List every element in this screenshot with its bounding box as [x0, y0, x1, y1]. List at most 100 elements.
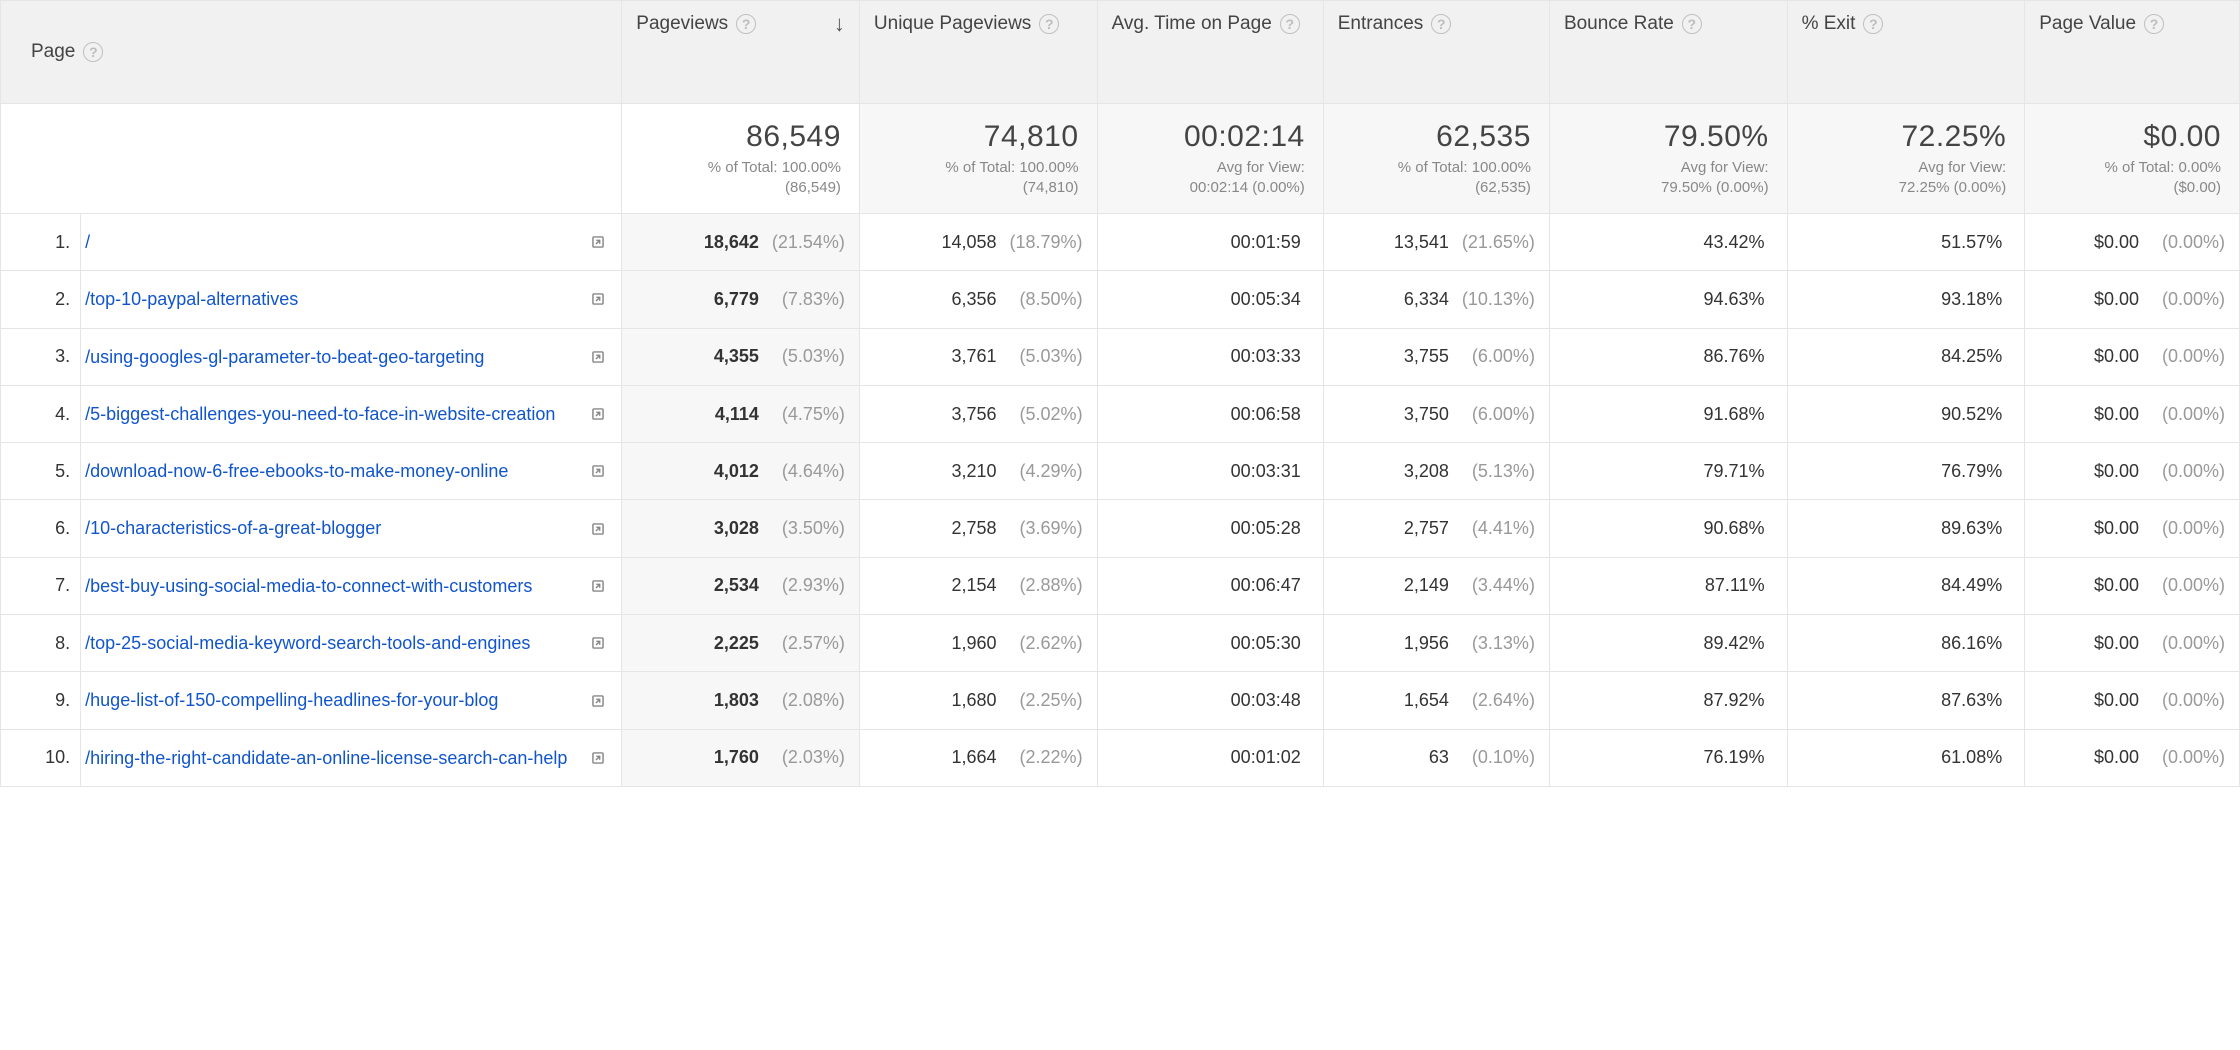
open-external-icon[interactable] [589, 405, 607, 423]
pages-report-table: Page ? Pageviews ? ↓ Unique Pageviews ? … [0, 0, 2240, 787]
cell-entrances: 3,750(6.00%) [1323, 385, 1549, 442]
table-row: 1. / 18,642(21.54%) 14,058(18.79%) 00:01… [1, 214, 2240, 271]
cell-unique-pageviews: 3,756(5.02%) [859, 385, 1097, 442]
row-index: 5. [1, 443, 81, 500]
col-header-bounce-rate[interactable]: Bounce Rate ? [1549, 1, 1787, 104]
help-icon[interactable]: ? [1039, 14, 1059, 34]
cell-unique-pageviews: 2,154(2.88%) [859, 557, 1097, 614]
cell-bounce-rate: 76.19% [1549, 729, 1787, 786]
cell-pageviews: 4,012(4.64%) [622, 443, 860, 500]
cell-bounce-rate: 79.71% [1549, 443, 1787, 500]
cell-page-value: $0.00(0.00%) [2025, 729, 2240, 786]
cell-avg-time: 00:06:58 [1097, 385, 1323, 442]
open-external-icon[interactable] [589, 577, 607, 595]
cell-pct-exit: 76.79% [1787, 443, 2025, 500]
page-path-link[interactable]: / [85, 230, 581, 254]
col-header-page[interactable]: Page ? [1, 1, 622, 104]
cell-entrances: 13,541(21.65%) [1323, 214, 1549, 271]
page-path-link[interactable]: /top-10-paypal-alternatives [85, 287, 581, 311]
table-row: 3. /using-googles-gl-parameter-to-beat-g… [1, 328, 2240, 385]
cell-pageviews: 2,534(2.93%) [622, 557, 860, 614]
col-header-page-value[interactable]: Page Value ? [2025, 1, 2240, 104]
page-path-link[interactable]: /huge-list-of-150-compelling-headlines-f… [85, 688, 581, 712]
cell-bounce-rate: 94.63% [1549, 271, 1787, 328]
cell-pageviews: 1,760(2.03%) [622, 729, 860, 786]
cell-unique-pageviews: 1,960(2.62%) [859, 615, 1097, 672]
table-row: 8. /top-25-social-media-keyword-search-t… [1, 615, 2240, 672]
cell-bounce-rate: 86.76% [1549, 328, 1787, 385]
open-external-icon[interactable] [589, 290, 607, 308]
page-path-link[interactable]: /10-characteristics-of-a-great-blogger [85, 516, 581, 540]
open-external-icon[interactable] [589, 462, 607, 480]
cell-pageviews: 6,779(7.83%) [622, 271, 860, 328]
row-index: 10. [1, 729, 81, 786]
cell-page-value: $0.00(0.00%) [2025, 328, 2240, 385]
page-path-link[interactable]: /hiring-the-right-candidate-an-online-li… [85, 746, 581, 770]
row-index: 7. [1, 557, 81, 614]
open-external-icon[interactable] [589, 692, 607, 710]
cell-entrances: 63(0.10%) [1323, 729, 1549, 786]
col-header-pct-exit[interactable]: % Exit ? [1787, 1, 2025, 104]
cell-pct-exit: 61.08% [1787, 729, 2025, 786]
summary-bounce-rate: 79.50% Avg for View:79.50% (0.00%) [1549, 104, 1787, 214]
help-icon[interactable]: ? [1863, 14, 1883, 34]
cell-entrances: 3,755(6.00%) [1323, 328, 1549, 385]
help-icon[interactable]: ? [83, 42, 103, 62]
help-icon[interactable]: ? [1280, 14, 1300, 34]
cell-page-value: $0.00(0.00%) [2025, 615, 2240, 672]
help-icon[interactable]: ? [1682, 14, 1702, 34]
cell-pct-exit: 84.49% [1787, 557, 2025, 614]
summary-unique-pageviews: 74,810 % of Total: 100.00%(74,810) [859, 104, 1097, 214]
cell-page-value: $0.00(0.00%) [2025, 443, 2240, 500]
page-path-link[interactable]: /download-now-6-free-ebooks-to-make-mone… [85, 459, 581, 483]
cell-entrances: 2,149(3.44%) [1323, 557, 1549, 614]
cell-unique-pageviews: 6,356(8.50%) [859, 271, 1097, 328]
open-external-icon[interactable] [589, 520, 607, 538]
table-row: 2. /top-10-paypal-alternatives 6,779(7.8… [1, 271, 2240, 328]
summary-page-value: $0.00 % of Total: 0.00%($0.00) [2025, 104, 2240, 214]
row-index: 9. [1, 672, 81, 729]
table-row: 7. /best-buy-using-social-media-to-conne… [1, 557, 2240, 614]
open-external-icon[interactable] [589, 348, 607, 366]
cell-entrances: 2,757(4.41%) [1323, 500, 1549, 557]
cell-pct-exit: 84.25% [1787, 328, 2025, 385]
open-external-icon[interactable] [589, 749, 607, 767]
col-header-entrances[interactable]: Entrances ? [1323, 1, 1549, 104]
cell-pageviews: 3,028(3.50%) [622, 500, 860, 557]
cell-avg-time: 00:01:02 [1097, 729, 1323, 786]
table-row: 5. /download-now-6-free-ebooks-to-make-m… [1, 443, 2240, 500]
cell-pct-exit: 86.16% [1787, 615, 2025, 672]
col-header-avg-time[interactable]: Avg. Time on Page ? [1097, 1, 1323, 104]
cell-avg-time: 00:06:47 [1097, 557, 1323, 614]
cell-pageviews: 1,803(2.08%) [622, 672, 860, 729]
page-path-link[interactable]: /best-buy-using-social-media-to-connect-… [85, 574, 581, 598]
page-path-link[interactable]: /using-googles-gl-parameter-to-beat-geo-… [85, 345, 581, 369]
cell-page-value: $0.00(0.00%) [2025, 557, 2240, 614]
col-label: Entrances [1338, 13, 1424, 35]
cell-unique-pageviews: 14,058(18.79%) [859, 214, 1097, 271]
cell-pageviews: 2,225(2.57%) [622, 615, 860, 672]
cell-pageviews: 18,642(21.54%) [622, 214, 860, 271]
cell-page-value: $0.00(0.00%) [2025, 214, 2240, 271]
cell-avg-time: 00:05:30 [1097, 615, 1323, 672]
col-header-pageviews[interactable]: Pageviews ? ↓ [622, 1, 860, 104]
page-path-link[interactable]: /top-25-social-media-keyword-search-tool… [85, 631, 581, 655]
col-header-unique-pageviews[interactable]: Unique Pageviews ? [859, 1, 1097, 104]
table-row: 10. /hiring-the-right-candidate-an-onlin… [1, 729, 2240, 786]
page-path-link[interactable]: /5-biggest-challenges-you-need-to-face-i… [85, 402, 581, 426]
col-label: Unique Pageviews [874, 13, 1031, 35]
help-icon[interactable]: ? [2144, 14, 2164, 34]
cell-pct-exit: 89.63% [1787, 500, 2025, 557]
summary-row: 86,549 % of Total: 100.00%(86,549) 74,81… [1, 104, 2240, 214]
cell-avg-time: 00:05:34 [1097, 271, 1323, 328]
cell-unique-pageviews: 3,761(5.03%) [859, 328, 1097, 385]
open-external-icon[interactable] [589, 634, 607, 652]
open-external-icon[interactable] [589, 233, 607, 251]
help-icon[interactable]: ? [1431, 14, 1451, 34]
table-row: 6. /10-characteristics-of-a-great-blogge… [1, 500, 2240, 557]
cell-page-value: $0.00(0.00%) [2025, 385, 2240, 442]
summary-pageviews: 86,549 % of Total: 100.00%(86,549) [622, 104, 860, 214]
cell-bounce-rate: 43.42% [1549, 214, 1787, 271]
cell-bounce-rate: 90.68% [1549, 500, 1787, 557]
help-icon[interactable]: ? [736, 14, 756, 34]
